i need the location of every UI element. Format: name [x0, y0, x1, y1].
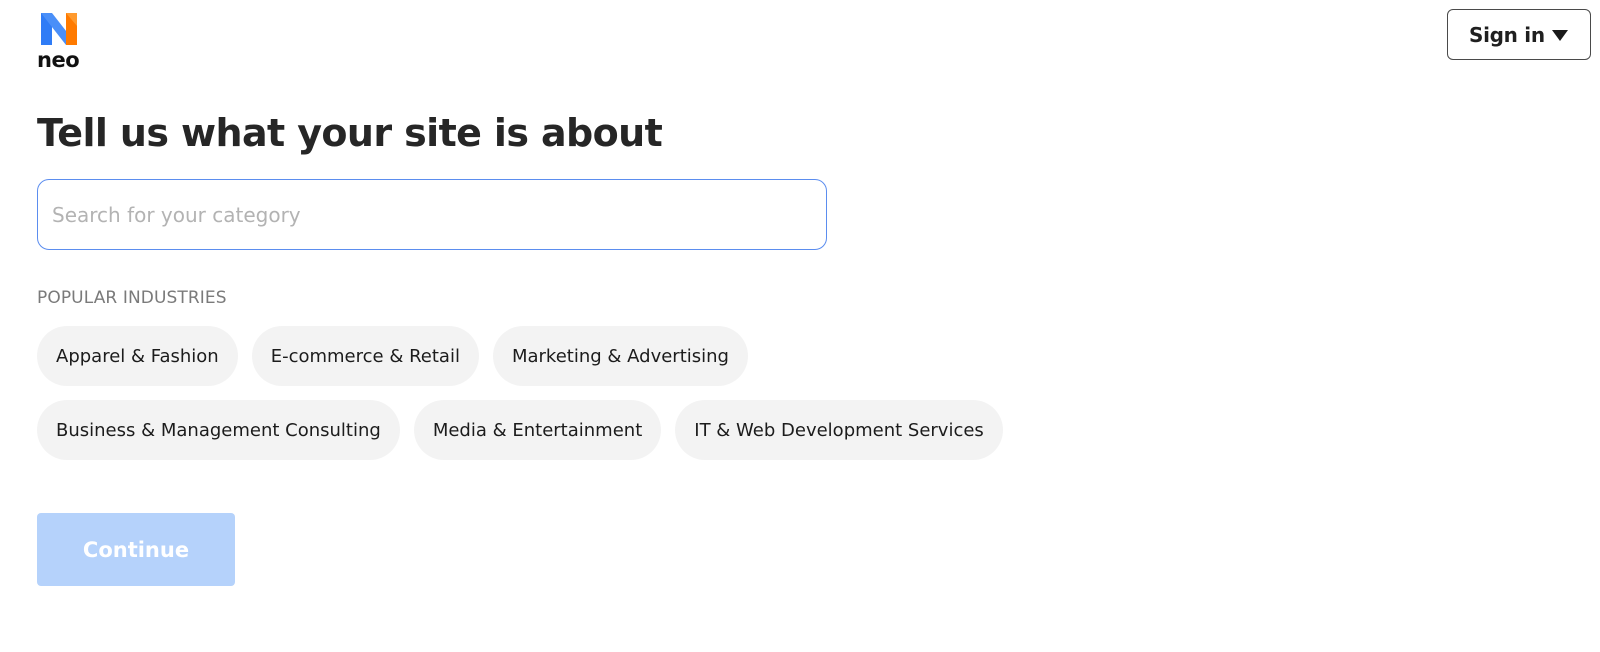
industry-chip-business-consulting[interactable]: Business & Management Consulting: [37, 400, 400, 460]
page: neo Sign in Tell us what your site is ab…: [0, 0, 1600, 652]
neo-logo-icon: [41, 13, 77, 45]
neo-logo[interactable]: neo: [37, 8, 97, 74]
category-search-input[interactable]: [37, 179, 827, 250]
sign-in-label: Sign in: [1469, 22, 1545, 47]
industry-chips-row-2: Business & Management Consulting Media &…: [37, 400, 1003, 460]
logo-wordmark: neo: [37, 48, 80, 72]
page-title: Tell us what your site is about: [37, 111, 663, 155]
industry-chip-marketing-advertising[interactable]: Marketing & Advertising: [492, 326, 748, 386]
caret-down-icon: [1552, 30, 1568, 41]
industry-chip-ecommerce-retail[interactable]: E-commerce & Retail: [251, 326, 479, 386]
industry-chip-apparel-fashion[interactable]: Apparel & Fashion: [37, 326, 238, 386]
popular-industries-label: POPULAR INDUSTRIES: [37, 288, 227, 308]
industry-chips-row-1: Apparel & Fashion E-commerce & Retail Ma…: [37, 326, 748, 386]
industry-chip-media-entertainment[interactable]: Media & Entertainment: [413, 400, 662, 460]
continue-button[interactable]: Continue: [37, 513, 235, 586]
industry-chip-it-web-development[interactable]: IT & Web Development Services: [675, 400, 1003, 460]
sign-in-button[interactable]: Sign in: [1447, 9, 1591, 60]
